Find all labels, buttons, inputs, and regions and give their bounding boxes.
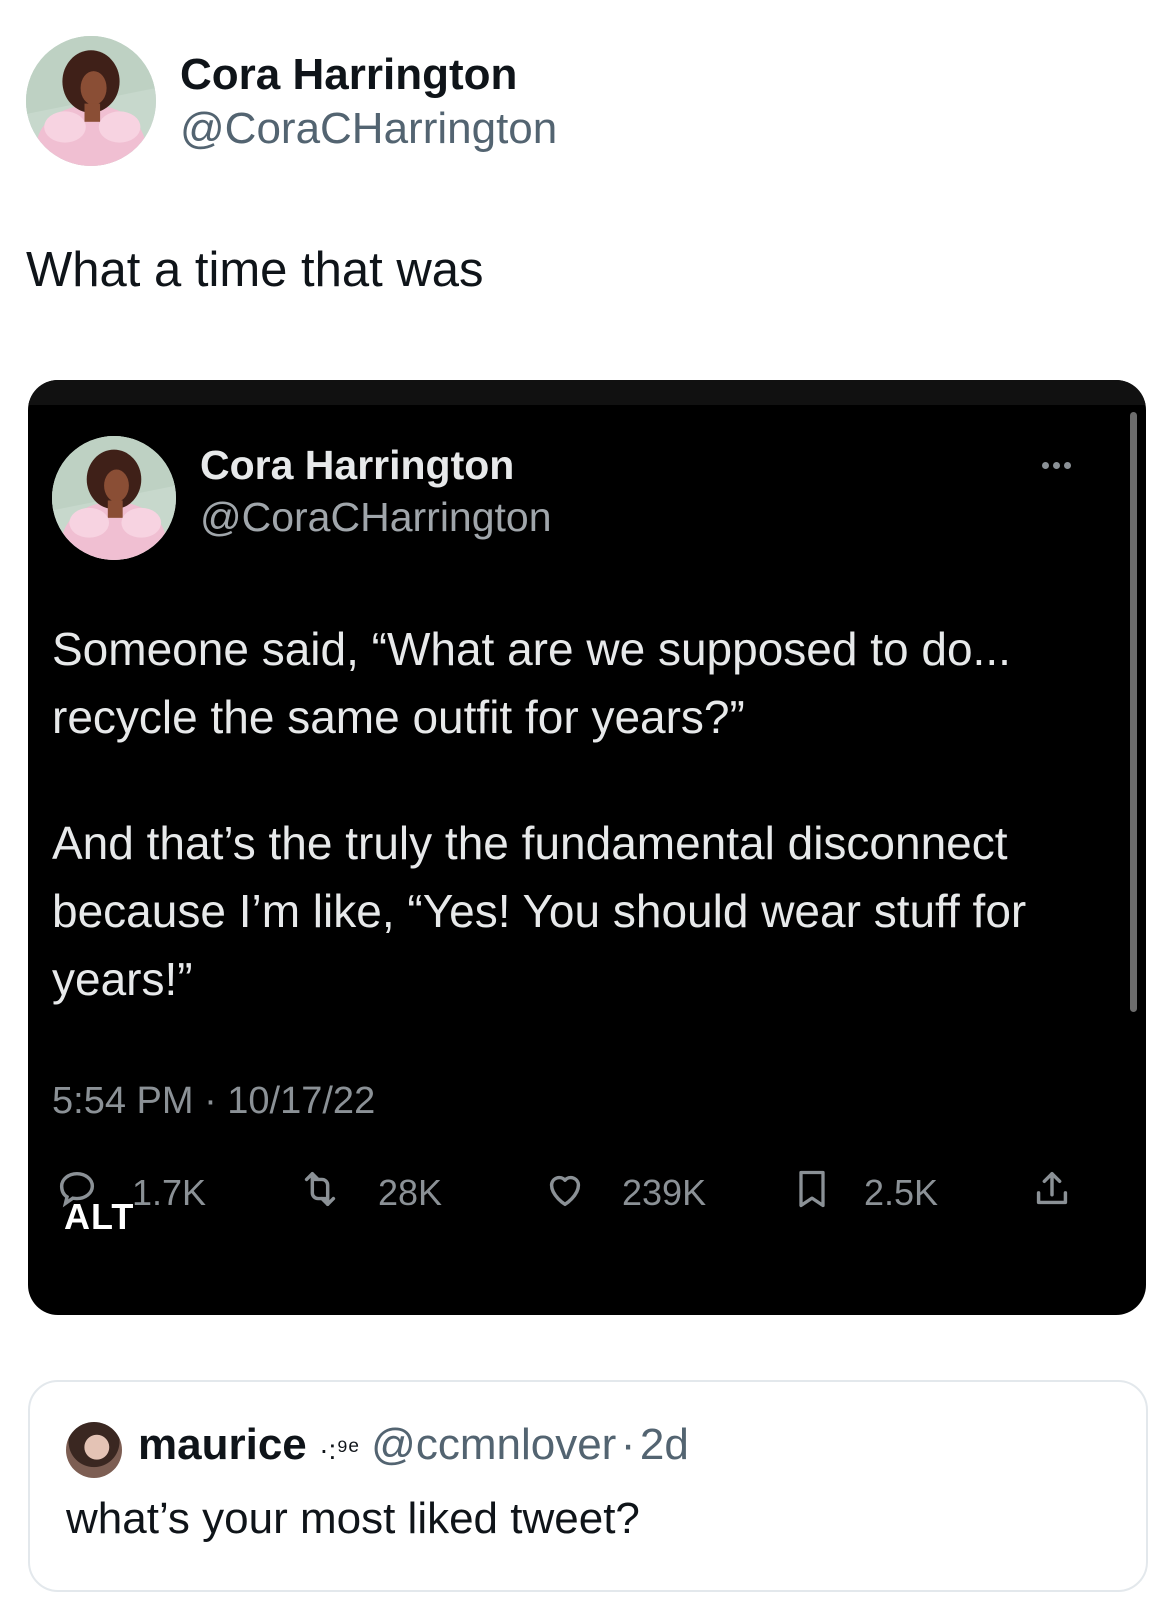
body-line: And that’s the truly the fundamental dis… bbox=[52, 817, 1008, 869]
share-icon bbox=[1036, 1171, 1068, 1205]
screenshot-display-name: Cora Harrington bbox=[200, 442, 515, 488]
screenshot-top-strip bbox=[28, 380, 1146, 405]
reply-avatar[interactable] bbox=[66, 1422, 122, 1478]
screenshot-handle: @CoraCHarrington bbox=[200, 494, 552, 540]
author-avatar[interactable] bbox=[26, 36, 156, 166]
bookmark-icon bbox=[799, 1170, 825, 1208]
author-display-name[interactable]: Cora Harrington bbox=[180, 50, 517, 100]
scrollbar bbox=[1130, 412, 1137, 1012]
retweet-icon bbox=[304, 1171, 336, 1207]
more-horizontal-icon bbox=[1040, 456, 1073, 474]
reply-card[interactable]: maurice ·:⁹ᵉ @ccmnlover · 2d what’s your… bbox=[28, 1380, 1148, 1592]
quoted-tweet-screenshot[interactable]: Cora Harrington @CoraCHarrington Someone… bbox=[28, 380, 1146, 1315]
alt-badge: ALT bbox=[64, 1196, 135, 1237]
body-line: years!” bbox=[52, 953, 193, 1005]
screenshot-avatar bbox=[52, 436, 176, 560]
reply-text: what’s your most liked tweet? bbox=[66, 1494, 640, 1543]
reply-handle[interactable]: @ccmnlover bbox=[371, 1420, 616, 1469]
body-line: recycle the same outfit for years?” bbox=[52, 691, 745, 743]
bookmark-count: 2.5K bbox=[864, 1172, 939, 1213]
reply-age[interactable]: 2d bbox=[640, 1420, 689, 1469]
body-line: because I’m like, “Yes! You should wear … bbox=[52, 885, 1027, 937]
author-handle[interactable]: @CoraCHarrington bbox=[180, 104, 557, 154]
heart-icon bbox=[549, 1175, 581, 1207]
like-count: 239K bbox=[622, 1172, 707, 1213]
reply-emoji: ·:⁹ᵉ bbox=[319, 1434, 359, 1465]
screenshot-avatar-illustration bbox=[52, 436, 176, 560]
tweet-text: What a time that was bbox=[26, 243, 484, 297]
screenshot-actions: 1.7K ALT 28K 239K 2.5K bbox=[28, 1160, 1146, 1240]
reply-display-name[interactable]: maurice bbox=[138, 1420, 307, 1469]
body-line: Someone said, “What are we supposed to d… bbox=[52, 623, 1011, 675]
screenshot-body: Someone said, “What are we supposed to d… bbox=[52, 615, 1112, 1013]
reply-header: maurice ·:⁹ᵉ @ccmnlover · 2d bbox=[138, 1420, 689, 1470]
reply-count: 1.7K bbox=[132, 1172, 207, 1213]
reply-separator: · bbox=[620, 1420, 636, 1469]
screenshot-timestamp: 5:54 PM · 10/17/22 bbox=[52, 1080, 376, 1122]
retweet-count: 28K bbox=[378, 1172, 443, 1213]
author-avatar-illustration bbox=[26, 36, 156, 166]
